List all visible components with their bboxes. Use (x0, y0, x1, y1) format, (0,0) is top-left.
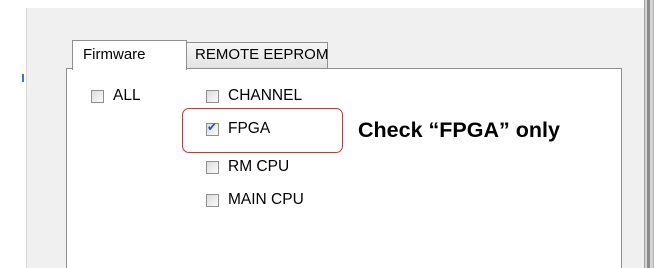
all-checkbox[interactable] (91, 89, 104, 103)
tab-firmware[interactable]: Firmware (72, 40, 187, 70)
tab-remote-eeprom-label: REMOTE EEPROM (195, 46, 329, 63)
window-right-border (644, 0, 654, 268)
screenshot-stage: REMOTE EEPROM Firmware ALL CHANNEL FPGA … (0, 0, 666, 268)
main-cpu-checkbox[interactable] (206, 193, 219, 207)
option-channel[interactable]: CHANNEL (206, 86, 302, 106)
option-main-cpu-label: MAIN CPU (228, 191, 304, 208)
channel-checkbox[interactable] (206, 89, 219, 103)
option-all[interactable]: ALL (91, 86, 141, 106)
tab-firmware-label: Firmware (83, 46, 146, 63)
option-rm-cpu[interactable]: RM CPU (206, 157, 289, 177)
rm-cpu-checkbox[interactable] (206, 160, 219, 174)
option-channel-label: CHANNEL (228, 87, 303, 104)
left-edge-marker (22, 74, 24, 82)
instruction-callout: Check “FPGA” only (358, 118, 560, 142)
firmware-tab-panel (66, 68, 622, 268)
fpga-highlight-box (182, 108, 343, 153)
option-main-cpu[interactable]: MAIN CPU (206, 190, 304, 210)
option-all-label: ALL (113, 87, 141, 104)
top-strip (26, 0, 644, 8)
tab-remote-eeprom[interactable]: REMOTE EEPROM (186, 42, 328, 68)
option-rm-cpu-label: RM CPU (228, 158, 290, 175)
